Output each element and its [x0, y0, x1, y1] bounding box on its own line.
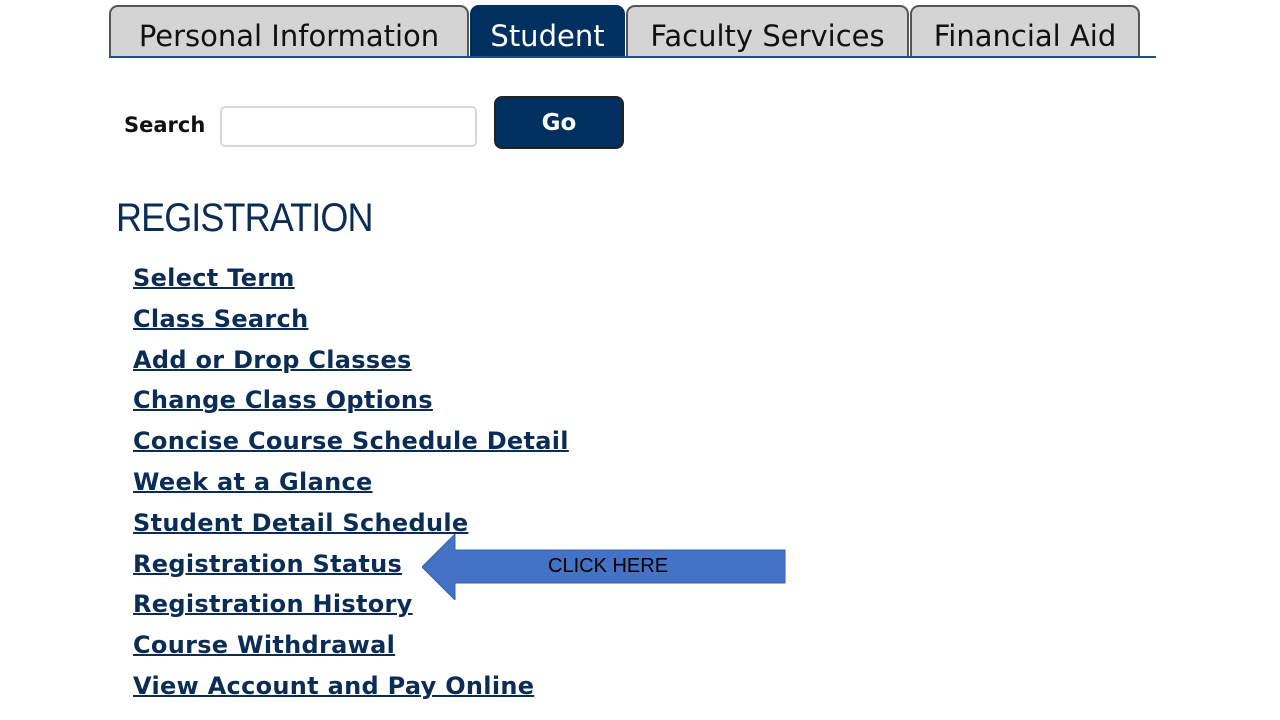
- go-button[interactable]: Go: [494, 96, 624, 149]
- link-view-account-pay-online[interactable]: View Account and Pay Online: [133, 672, 534, 700]
- tab-faculty-services[interactable]: Faculty Services: [626, 5, 909, 56]
- list-item: Change Class Options: [133, 381, 569, 422]
- click-here-annotation: CLICK HERE: [548, 555, 669, 577]
- link-class-search[interactable]: Class Search: [133, 305, 308, 333]
- section-heading: REGISTRATION: [116, 196, 373, 240]
- tab-personal-information[interactable]: Personal Information: [109, 5, 469, 56]
- tab-financial-aid[interactable]: Financial Aid: [910, 5, 1140, 56]
- link-week-at-a-glance[interactable]: Week at a Glance: [133, 468, 373, 496]
- link-change-class-options[interactable]: Change Class Options: [133, 386, 433, 414]
- list-item: Add or Drop Classes: [133, 341, 569, 382]
- link-select-term[interactable]: Select Term: [133, 264, 295, 292]
- link-registration-status[interactable]: Registration Status: [133, 550, 402, 578]
- link-registration-history[interactable]: Registration History: [133, 590, 413, 618]
- search-label: Search: [124, 113, 206, 137]
- link-add-drop-classes[interactable]: Add or Drop Classes: [133, 346, 412, 374]
- list-item: Week at a Glance: [133, 463, 569, 504]
- registration-links: Select Term Class Search Add or Drop Cla…: [133, 259, 569, 708]
- tab-student[interactable]: Student: [470, 5, 625, 56]
- list-item: View Account and Pay Online: [133, 667, 569, 708]
- tab-bar-underline: [109, 56, 1156, 58]
- list-item: Class Search: [133, 300, 569, 341]
- search-input[interactable]: [220, 106, 477, 147]
- link-course-withdrawal[interactable]: Course Withdrawal: [133, 631, 395, 659]
- link-student-detail-schedule[interactable]: Student Detail Schedule: [133, 509, 468, 537]
- list-item: Course Withdrawal: [133, 626, 569, 667]
- link-concise-course-schedule[interactable]: Concise Course Schedule Detail: [133, 427, 569, 455]
- list-item: Concise Course Schedule Detail: [133, 422, 569, 463]
- list-item: Select Term: [133, 259, 569, 300]
- main-tab-bar: Personal Information Student Faculty Ser…: [109, 5, 1156, 58]
